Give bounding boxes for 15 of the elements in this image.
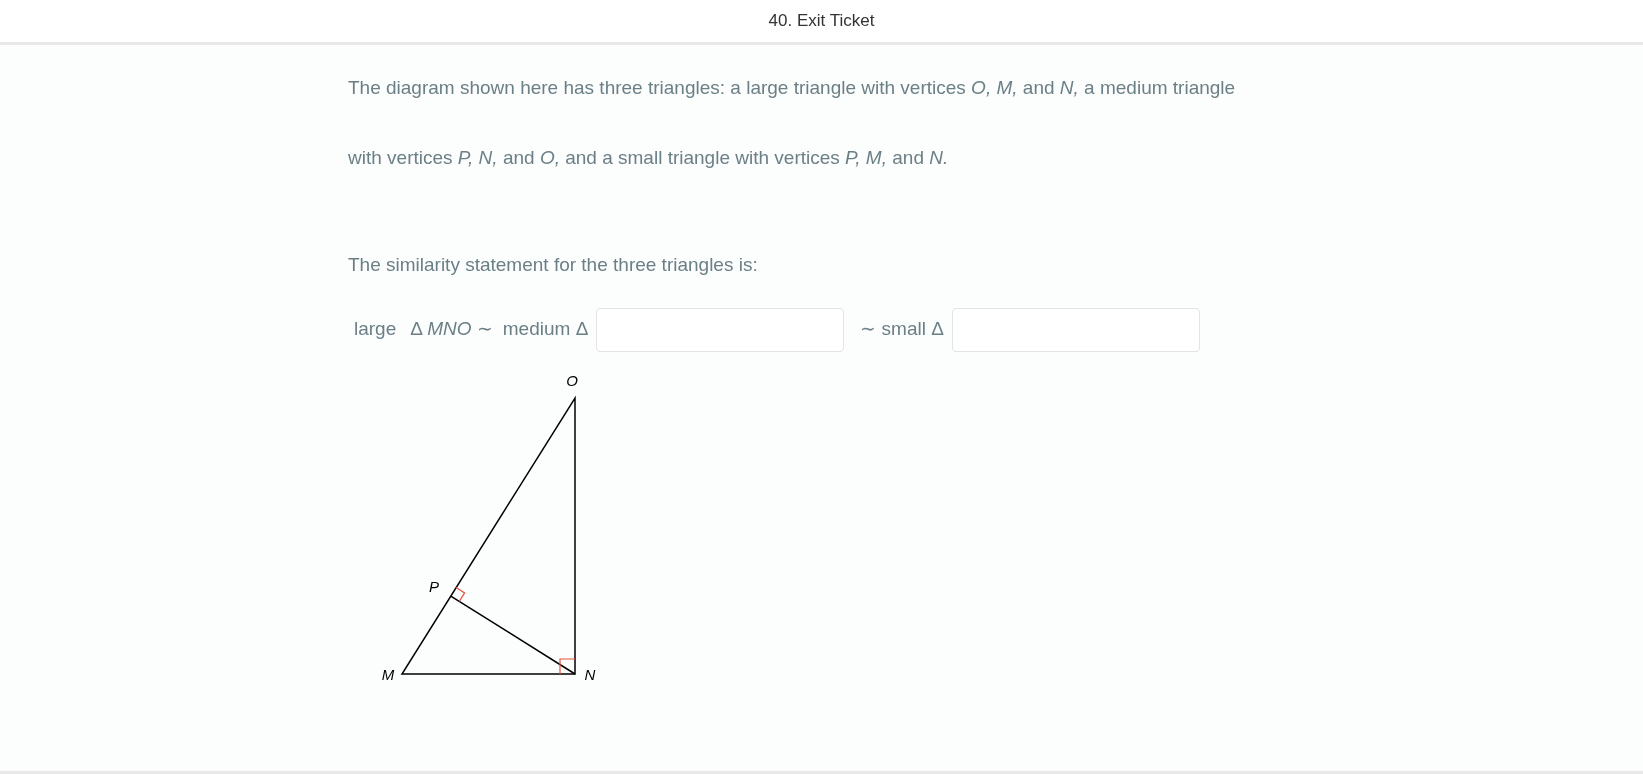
answer-field[interactable]	[596, 307, 845, 352]
answer-field[interactable]	[951, 307, 1200, 352]
right-angle-mark	[559, 657, 576, 675]
vertex-label: O	[566, 371, 578, 389]
vertex-label: M	[381, 665, 395, 683]
vertex-label: P	[429, 577, 439, 595]
right-angle-mark	[455, 586, 466, 602]
small-label: ∼ small Δ	[860, 317, 944, 342]
large-label: large	[354, 317, 397, 342]
math-expression: Δ MNO ∼	[410, 317, 493, 342]
prompt-text: The similarity statement for the three triangles is:	[348, 253, 759, 277]
medium-label: medium Δ	[502, 317, 589, 342]
question-text: The diagram shown here has three triangles: a large triangle with vertices O, M, and N, a medium triangle with vertices P, N, and O, and a small triangle with vertices P, M, and N.	[348, 76, 1237, 170]
page-title: 40. Exit Ticket	[768, 10, 875, 33]
vertex-label: N	[584, 665, 596, 683]
